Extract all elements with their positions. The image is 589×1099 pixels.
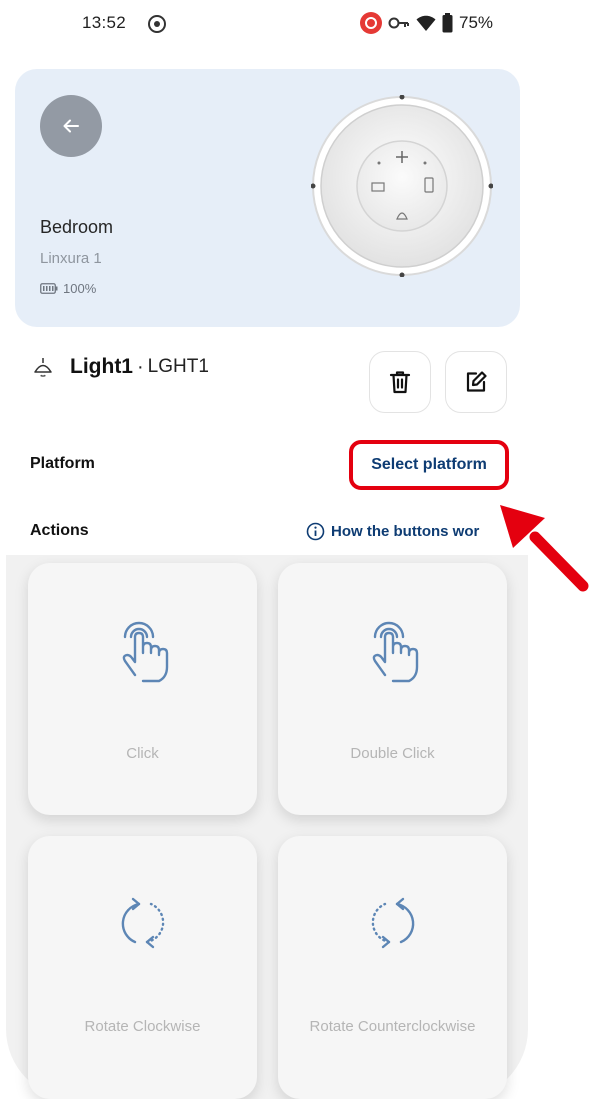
screen-record-icon — [360, 12, 382, 34]
button-code: LGHT1 — [147, 356, 209, 377]
ceiling-lamp-icon — [34, 358, 52, 377]
info-circle-icon — [306, 522, 325, 540]
button-name: Light1 — [70, 355, 133, 378]
status-bar: 13:52 75% — [0, 0, 589, 50]
action-tile-rotate-counterclockwise[interactable]: Rotate Counterclockwise — [278, 836, 507, 1099]
button-title-row: Light1 · LGHT1 — [32, 352, 209, 382]
wifi-icon — [416, 15, 436, 31]
action-tile-rotate-clockwise[interactable]: Rotate Clockwise — [28, 836, 257, 1099]
device-image — [311, 95, 493, 277]
status-time: 13:52 — [82, 13, 127, 32]
room-name: Bedroom — [40, 217, 114, 237]
action-tile-click[interactable]: Click — [28, 563, 257, 815]
back-button[interactable] — [40, 95, 102, 157]
title-separator: · — [137, 355, 144, 378]
how-buttons-work-label: How the buttons wor — [331, 522, 480, 540]
device-name: Linxura 1 — [40, 250, 102, 267]
edit-button[interactable] — [445, 351, 507, 413]
select-platform-label: Select platform — [371, 456, 487, 473]
action-tile-double-click[interactable]: Double Click — [278, 563, 507, 815]
status-dot-icon — [148, 15, 166, 33]
how-buttons-work-link[interactable]: How the buttons wor — [306, 520, 479, 542]
device-battery-value: 100% — [63, 281, 97, 296]
vpn-key-icon — [388, 17, 409, 29]
status-battery-percent: 75% — [459, 13, 494, 32]
battery-icon — [40, 283, 58, 294]
annotation-arrow-icon — [500, 505, 589, 592]
select-platform-button[interactable]: Select platform — [349, 440, 509, 490]
arrow-left-icon — [63, 119, 79, 133]
platform-label: Platform — [30, 455, 95, 472]
action-label: Rotate Counterclockwise — [309, 1018, 476, 1035]
rotate-counterclockwise-icon — [371, 897, 414, 949]
hand-touch-icon — [372, 621, 418, 683]
actions-label: Actions — [30, 522, 89, 539]
hand-touch-icon — [122, 621, 168, 683]
battery-status-icon — [442, 13, 453, 33]
trash-icon — [389, 371, 411, 394]
device-battery: 100% — [40, 281, 96, 296]
rotate-clockwise-icon — [121, 897, 164, 949]
status-right: 75% — [360, 11, 493, 35]
delete-button[interactable] — [369, 351, 431, 413]
device-card: Bedroom Linxura 1 100% — [15, 69, 520, 327]
action-label: Click — [126, 745, 159, 762]
pencil-square-icon — [466, 371, 487, 392]
action-label: Double Click — [350, 745, 435, 762]
action-label: Rotate Clockwise — [84, 1018, 201, 1035]
